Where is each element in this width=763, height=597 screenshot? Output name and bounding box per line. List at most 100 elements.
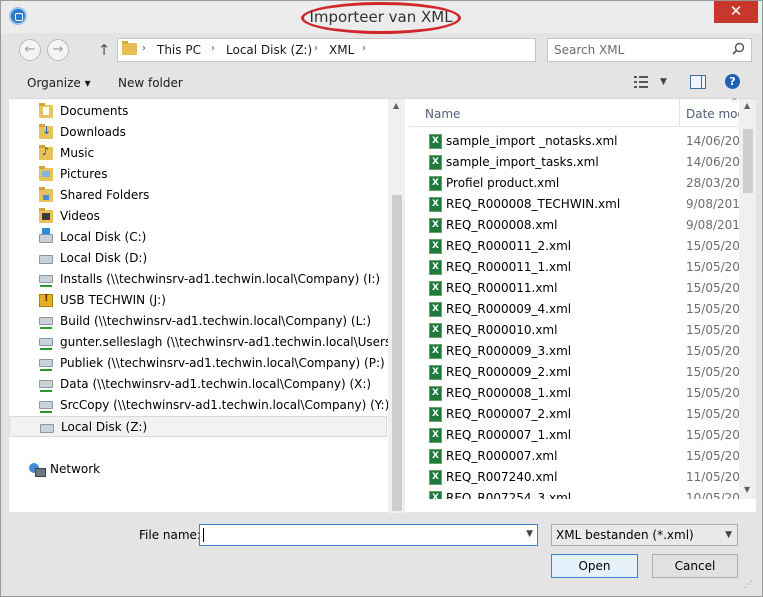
app-icon	[9, 7, 27, 25]
help-icon[interactable]: ?	[725, 74, 740, 89]
forward-button[interactable]: →	[47, 39, 69, 61]
breadcrumb-separator-icon[interactable]: ›	[362, 43, 366, 54]
column-name[interactable]: Name	[425, 107, 460, 121]
tree-item-label: Data (\\techwinsrv-ad1.techwin.local\Com…	[60, 377, 372, 391]
preview-pane-icon[interactable]	[690, 75, 706, 89]
tree-item[interactable]: Publiek (\\techwinsrv-ad1.techwin.local\…	[9, 353, 387, 374]
tree-item[interactable]: Documents	[9, 101, 387, 122]
breadcrumb-separator-icon[interactable]: ›	[211, 43, 215, 54]
tree-item[interactable]: Data (\\techwinsrv-ad1.techwin.local\Com…	[9, 374, 387, 395]
file-date: 15/05/201	[686, 323, 739, 337]
tree-item-label: Publiek (\\techwinsrv-ad1.techwin.local\…	[60, 356, 385, 370]
file-row[interactable]: REQ_R000009_3.xml 15/05/201	[409, 341, 739, 362]
tree-item-label: Installs (\\techwinsrv-ad1.techwin.local…	[60, 272, 381, 286]
file-row[interactable]: REQ_R000009_2.xml 15/05/201	[409, 362, 739, 383]
back-button[interactable]: ←	[19, 39, 41, 61]
breadcrumb-this-pc[interactable]: This PC	[157, 43, 201, 57]
close-button[interactable]: ✕	[714, 1, 758, 23]
file-date: 15/05/201	[686, 260, 739, 274]
tree-item[interactable]: Shared Folders	[9, 185, 387, 206]
file-row[interactable]: Profiel product.xml 28/03/201	[409, 173, 739, 194]
scroll-down-icon[interactable]: ▼	[744, 485, 750, 494]
view-options-icon[interactable]	[634, 76, 648, 88]
view-dropdown-icon[interactable]: ▼	[660, 77, 667, 87]
file-row[interactable]: REQ_R007254_3.xml 10/05/201	[409, 488, 739, 499]
tree-item[interactable]: Installs (\\techwinsrv-ad1.techwin.local…	[9, 269, 387, 290]
file-row[interactable]: REQ_R000010.xml 15/05/201	[409, 320, 739, 341]
tree-item-network[interactable]: Network	[9, 459, 387, 480]
column-date-modified[interactable]: Date mod	[686, 107, 745, 121]
resize-grip-icon[interactable]: ⋰	[744, 580, 754, 590]
scroll-up-icon[interactable]: ▲	[744, 101, 750, 110]
file-name: REQ_R000008.xml	[446, 218, 558, 232]
navigation-scrollbar[interactable]: ▲	[388, 99, 405, 513]
file-date: 14/06/201	[686, 155, 739, 169]
search-box[interactable]: Search XML	[547, 38, 752, 62]
file-row[interactable]: REQ_R000008.xml 9/08/2017	[409, 215, 739, 236]
file-row[interactable]: REQ_R000008_1.xml 15/05/201	[409, 383, 739, 404]
open-button[interactable]: Open	[551, 554, 638, 578]
tree-item[interactable]: Build (\\techwinsrv-ad1.techwin.local\Co…	[9, 311, 387, 332]
network-drive-icon	[39, 338, 53, 350]
file-type-dropdown-icon[interactable]: ▼	[725, 530, 732, 540]
file-row[interactable]: REQ_R000007.xml 15/05/201	[409, 446, 739, 467]
file-row[interactable]: REQ_R007240.xml 11/05/201	[409, 467, 739, 488]
title-bar[interactable]: Importeer van XML ✕	[1, 1, 762, 34]
breadcrumb-separator-icon[interactable]: ›	[314, 43, 318, 54]
file-name: REQ_R000011.xml	[446, 281, 558, 295]
file-row[interactable]: REQ_R000011.xml 15/05/201	[409, 278, 739, 299]
scroll-up-icon[interactable]: ▲	[393, 101, 399, 110]
file-list-scroll-thumb[interactable]	[743, 129, 753, 193]
tree-item[interactable]: SrcCopy (\\techwinsrv-ad1.techwin.local\…	[9, 395, 389, 416]
file-name-dropdown-icon[interactable]: ▼	[526, 529, 533, 539]
tree-item[interactable]: Downloads	[9, 122, 387, 143]
breadcrumb-separator-icon[interactable]: ›	[142, 43, 146, 54]
tree-item[interactable]: gunter.selleslagh (\\techwinsrv-ad1.tech…	[9, 332, 405, 353]
xml-file-icon	[429, 218, 442, 233]
file-row[interactable]: REQ_R000008_TECHWIN.xml 9/08/2017	[409, 194, 739, 215]
file-row[interactable]: REQ_R000007_1.xml 15/05/201	[409, 425, 739, 446]
new-folder-button[interactable]: New folder	[118, 76, 183, 90]
xml-file-icon	[429, 197, 442, 212]
file-type-select[interactable]: XML bestanden (*.xml) ▼	[551, 524, 738, 546]
up-button[interactable]: ↑	[97, 41, 111, 59]
file-type-value: XML bestanden (*.xml)	[556, 528, 694, 542]
pictures-folder-icon	[39, 166, 53, 181]
file-row[interactable]: sample_import _notasks.xml 14/06/201	[409, 131, 739, 152]
file-row[interactable]: REQ_R000011_2.xml 15/05/201	[409, 236, 739, 257]
column-header: Name Date mod ^	[409, 97, 745, 127]
file-row[interactable]: sample_import_tasks.xml 14/06/201	[409, 152, 739, 173]
file-date: 10/05/201	[686, 491, 739, 499]
column-separator[interactable]	[679, 99, 680, 127]
file-name-input[interactable]: ▼	[199, 524, 538, 546]
file-row[interactable]: REQ_R000007_2.xml 15/05/201	[409, 404, 739, 425]
breadcrumb-local-disk-z[interactable]: Local Disk (Z:)	[226, 43, 312, 57]
xml-file-icon	[429, 407, 442, 422]
tree-item[interactable]: Pictures	[9, 164, 387, 185]
navigation-scroll-thumb[interactable]	[392, 195, 402, 511]
tree-item[interactable]: USB TECHWIN (J:)	[9, 290, 387, 311]
tree-item-label: Local Disk (D:)	[60, 251, 148, 265]
file-row[interactable]: REQ_R000009_4.xml 15/05/201	[409, 299, 739, 320]
search-input[interactable]: Search XML	[554, 43, 624, 57]
breadcrumb-xml[interactable]: XML	[329, 43, 354, 57]
file-row[interactable]: REQ_R000011_1.xml 15/05/201	[409, 257, 739, 278]
file-name: REQ_R000007_2.xml	[446, 407, 572, 421]
drive-icon	[40, 424, 54, 433]
tree-item[interactable]: Music	[9, 143, 387, 164]
cancel-button[interactable]: Cancel	[652, 554, 738, 578]
tree-item[interactable]: Local Disk (Z:)	[9, 416, 387, 437]
import-xml-dialog: Importeer van XML ✕ ← → ↑ › This PC › Lo…	[0, 0, 763, 597]
tree-item[interactable]: Local Disk (C:)	[9, 227, 387, 248]
address-bar[interactable]: › This PC › Local Disk (Z:) › XML › ▼ ↻	[117, 38, 630, 62]
xml-file-icon	[429, 176, 442, 191]
tree-item[interactable]: Videos	[9, 206, 387, 227]
bottom-bar: File name: ▼ XML bestanden (*.xml) ▼ Ope…	[9, 512, 756, 592]
search-icon[interactable]	[732, 42, 745, 55]
tree-item-label: Local Disk (Z:)	[61, 420, 148, 434]
file-list-scrollbar[interactable]: ▲ ▼	[739, 99, 756, 499]
organize-menu[interactable]: Organize ▾	[27, 76, 91, 90]
file-list-pane: Name Date mod ^ sample_import _notasks.x…	[409, 97, 756, 513]
tree-item[interactable]: Local Disk (D:)	[9, 248, 387, 269]
network-icon	[29, 463, 46, 477]
